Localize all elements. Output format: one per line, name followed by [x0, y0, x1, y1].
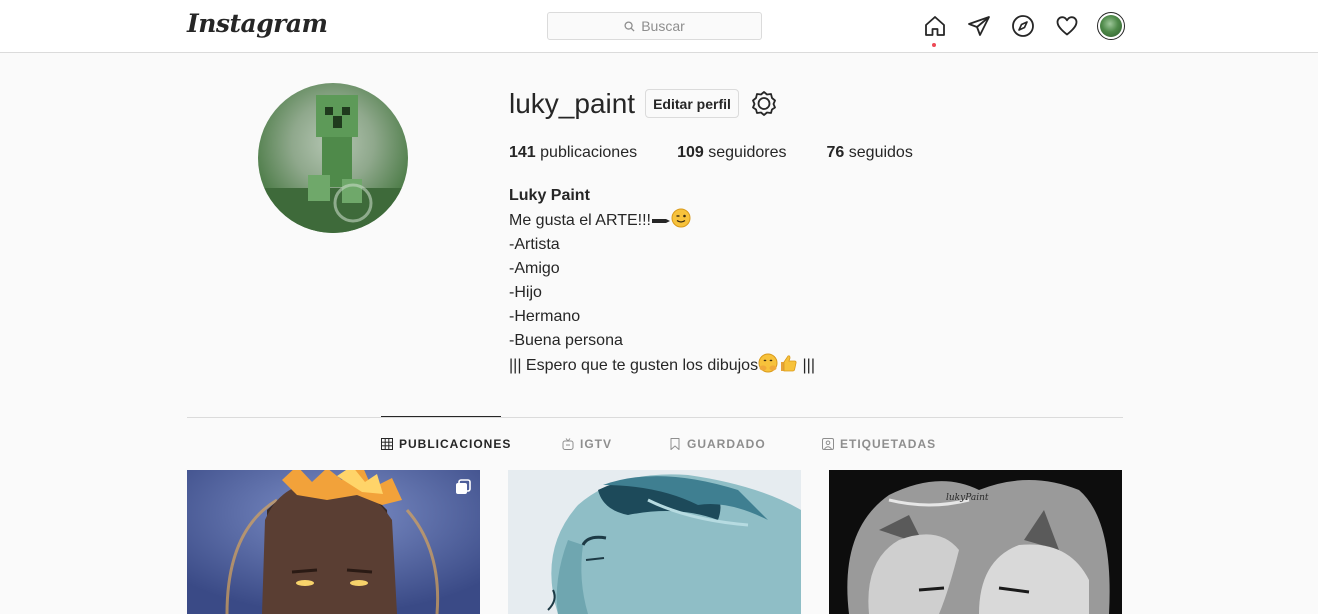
- tab-label: GUARDADO: [687, 437, 766, 451]
- bio-line: -Hijo: [509, 284, 542, 301]
- wink-emoji-icon: [671, 208, 691, 228]
- igtv-icon: [562, 438, 574, 450]
- followers-count: 109: [677, 144, 704, 161]
- bio-line: -Buena persona: [509, 332, 623, 349]
- tab-label: IGTV: [580, 437, 613, 451]
- posts-count: 141: [509, 144, 536, 161]
- post-thumbnail[interactable]: [508, 470, 801, 614]
- explore-icon[interactable]: [1011, 14, 1035, 38]
- settings-gear-icon[interactable]: [751, 90, 777, 116]
- post-thumbnail[interactable]: [187, 470, 480, 614]
- profile-stats: 141 publicaciones 109 seguidores 76 segu…: [509, 144, 953, 162]
- thumbs-up-emoji-icon: [781, 355, 797, 372]
- followers-stat[interactable]: 109 seguidores: [677, 144, 786, 162]
- bio-line: ||| Espero que te gusten los dibujos |||: [509, 353, 815, 378]
- posts-label: publicaciones: [535, 144, 638, 161]
- profile-picture[interactable]: [258, 83, 408, 233]
- profile-bio: Luky Paint Me gusta el ARTE!!! -Artista …: [509, 184, 815, 378]
- instagram-logo[interactable]: Instagram: [187, 9, 328, 38]
- bio-text: |||: [798, 357, 815, 374]
- tab-label: PUBLICACIONES: [399, 437, 512, 451]
- bio-line: Me gusta el ARTE!!!: [509, 208, 815, 233]
- edit-profile-button[interactable]: Editar perfil: [645, 89, 739, 118]
- bio-text: ||| Espero que te gusten los dibujos: [509, 357, 759, 374]
- bookmark-icon: [670, 438, 680, 450]
- search-placeholder: Buscar: [641, 18, 685, 34]
- home-notification-dot: [932, 43, 936, 47]
- search-input[interactable]: Buscar: [547, 12, 762, 40]
- post-thumbnail[interactable]: lukyPaint: [829, 470, 1122, 614]
- bio-line: -Artista: [509, 236, 560, 253]
- direct-icon[interactable]: [967, 14, 991, 38]
- bio-line: -Amigo: [509, 260, 560, 277]
- profile-username: luky_paint: [509, 88, 636, 119]
- tab-label: ETIQUETADAS: [840, 437, 937, 451]
- tab-guardado[interactable]: GUARDADO: [669, 437, 766, 451]
- posts-stat: 141 publicaciones: [509, 144, 637, 162]
- avatar-image: [1100, 15, 1122, 37]
- svg-text:lukyPaint: lukyPaint: [946, 493, 989, 503]
- following-count: 76: [826, 144, 845, 161]
- top-navigation: Instagram Buscar: [0, 0, 1318, 53]
- following-stat[interactable]: 76 seguidos: [827, 144, 913, 162]
- grid-icon: [381, 438, 393, 450]
- search-icon: [624, 20, 635, 32]
- tabs-divider: [187, 417, 1123, 418]
- tab-igtv[interactable]: IGTV: [562, 437, 612, 451]
- bio-text: Me gusta el ARTE!!!: [509, 212, 651, 229]
- profile-avatar[interactable]: [1097, 12, 1125, 40]
- bio-line: -Hermano: [509, 308, 581, 325]
- active-tab-indicator: [381, 416, 501, 417]
- home-icon[interactable]: [923, 14, 947, 38]
- hug-emoji-icon: [758, 353, 778, 373]
- followers-label: seguidores: [703, 144, 787, 161]
- following-label: seguidos: [844, 144, 913, 161]
- activity-icon[interactable]: [1055, 14, 1079, 38]
- tagged-icon: [822, 438, 834, 450]
- tab-etiquetadas[interactable]: ETIQUETADAS: [822, 437, 936, 451]
- tab-publicaciones[interactable]: PUBLICACIONES: [381, 437, 511, 451]
- pen-emoji-icon: [652, 219, 670, 223]
- full-name: Luky Paint: [509, 187, 590, 204]
- multiple-images-icon: [456, 479, 471, 494]
